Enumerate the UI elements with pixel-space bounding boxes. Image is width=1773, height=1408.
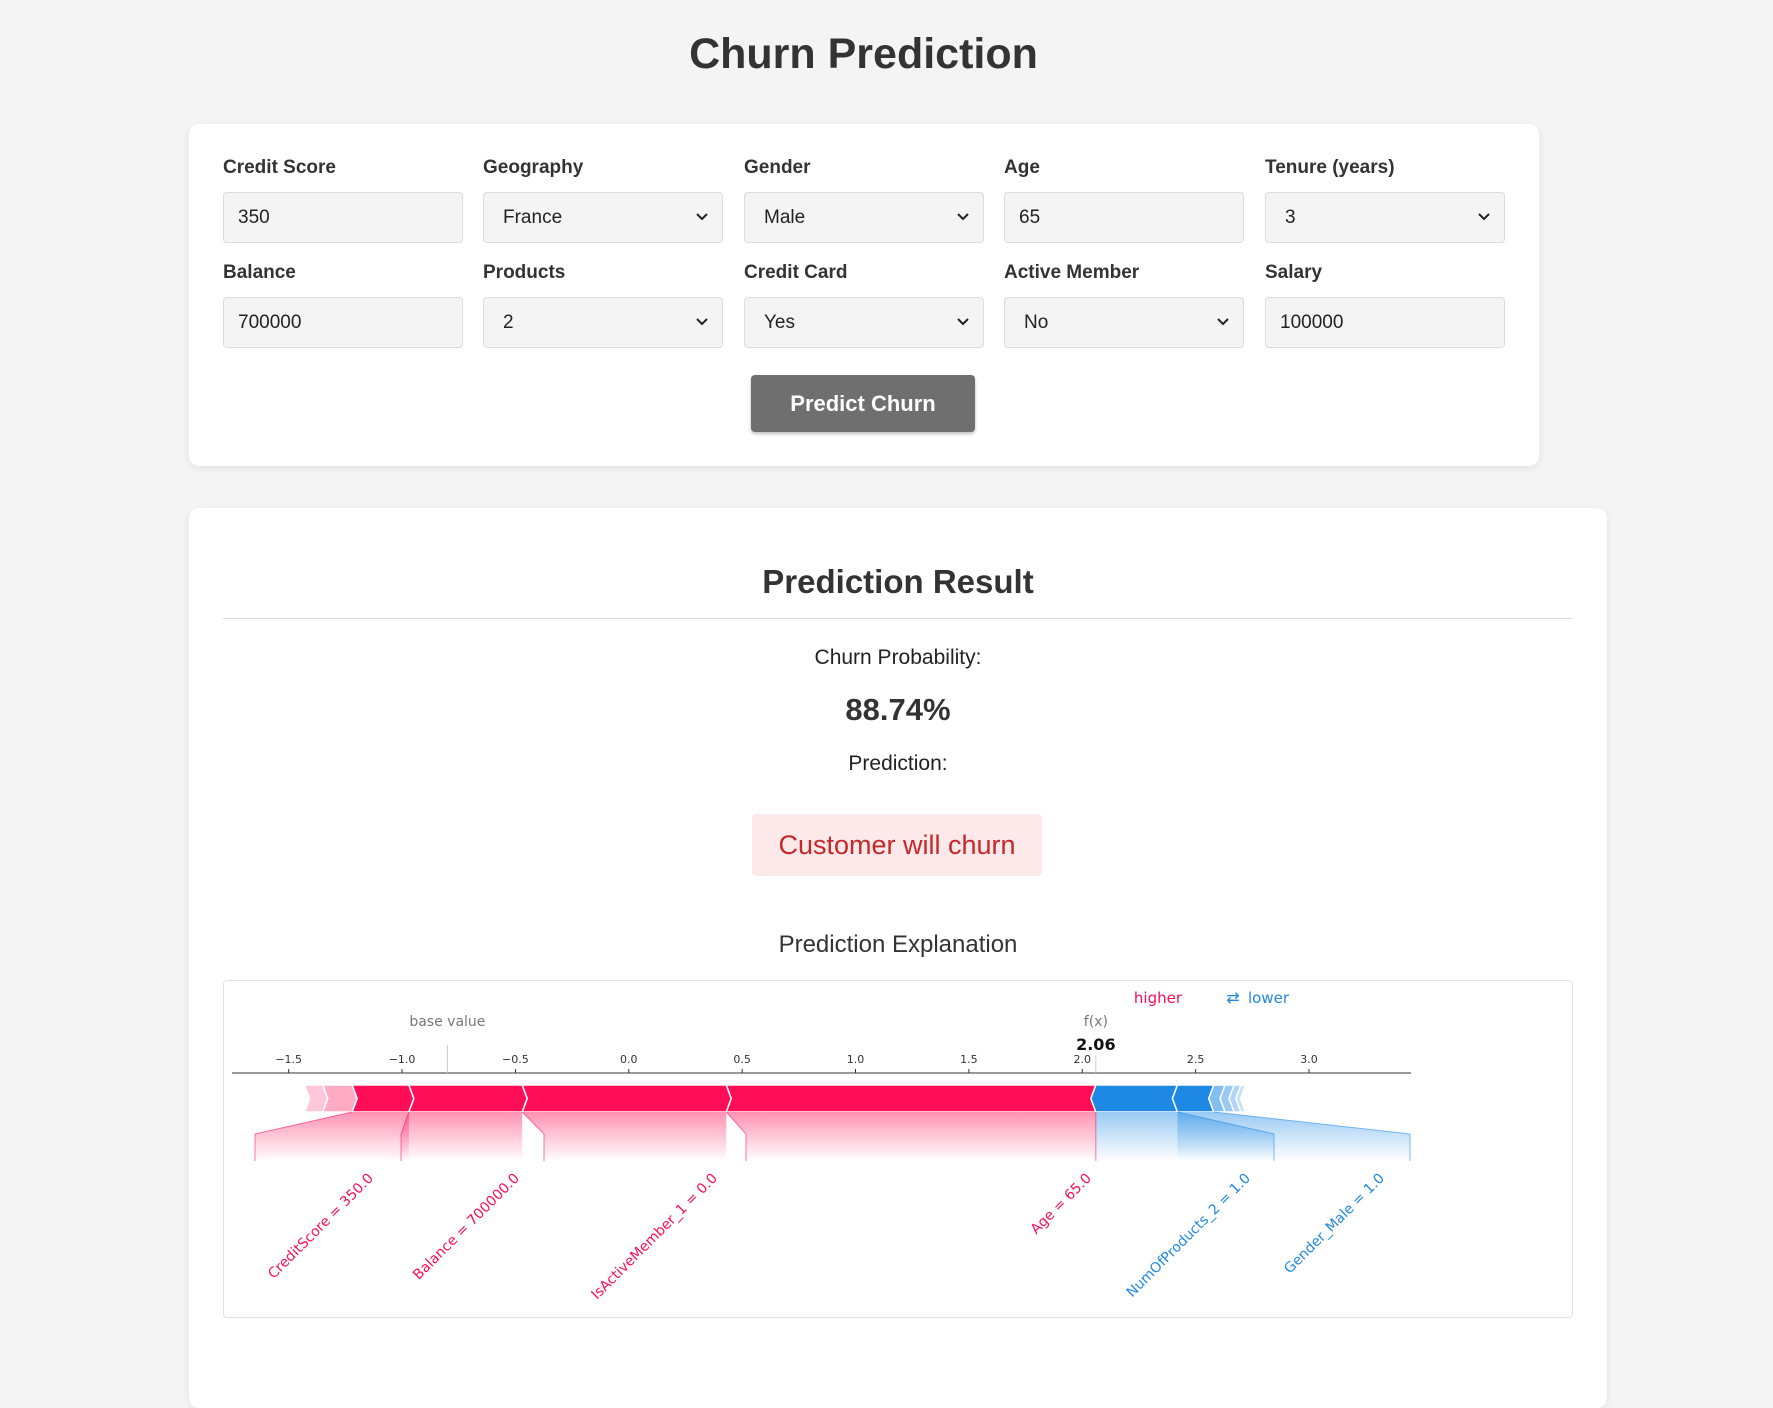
- force-bar-negative: [1171, 1084, 1215, 1113]
- x-tick-label: −1.5: [275, 1053, 302, 1066]
- churn-form: Credit Score Geography France Gender Mal…: [189, 124, 1539, 466]
- salary-label: Salary: [1265, 262, 1323, 283]
- connector-fan-negative: [1177, 1112, 1410, 1161]
- age-label: Age: [1004, 157, 1040, 178]
- probability-value: 88.74%: [845, 692, 951, 727]
- connector-fan-positive: [726, 1112, 1096, 1161]
- credit-card-label: Credit Card: [744, 262, 848, 283]
- credit-score-label: Credit Score: [223, 157, 336, 178]
- x-tick-label: 0.0: [620, 1053, 638, 1066]
- prediction-label: Prediction:: [848, 752, 948, 775]
- force-bar-positive: [725, 1084, 1102, 1113]
- probability-label: Churn Probability:: [814, 646, 982, 669]
- force-bar-positive: [407, 1084, 529, 1113]
- products-select[interactable]: 2: [483, 297, 723, 348]
- x-tick-label: −1.0: [389, 1053, 416, 1066]
- active-member-field: Active Member No: [1004, 261, 1244, 348]
- tenure-select[interactable]: 3: [1265, 192, 1505, 243]
- force-bar-positive: [521, 1084, 733, 1113]
- credit-card-select[interactable]: Yes: [744, 297, 984, 348]
- x-tick-label: 1.5: [960, 1053, 978, 1066]
- explanation-title: Prediction Explanation: [778, 931, 1018, 958]
- force-plot-svg: higher ⇄ lower base value f(x) 2.06 −1.5…: [232, 988, 1411, 1303]
- credit-card-field: Credit Card Yes: [744, 261, 984, 348]
- age-field: Age: [1004, 156, 1244, 243]
- legend-higher: higher: [1134, 989, 1183, 1007]
- legend-arrow-icon: ⇄: [1226, 988, 1239, 1007]
- x-tick-label: 0.5: [733, 1053, 751, 1066]
- x-tick-label: 1.0: [847, 1053, 865, 1066]
- active-member-label: Active Member: [1004, 262, 1140, 283]
- x-tick-label: 3.0: [1300, 1053, 1318, 1066]
- page-title: Churn Prediction: [689, 30, 1038, 78]
- feature-label-negative: Gender_Male = 1.0: [1281, 1171, 1388, 1278]
- force-bar-positive: [351, 1084, 415, 1113]
- age-input[interactable]: [1004, 192, 1244, 243]
- base-value-label: base value: [409, 1014, 485, 1030]
- products-field: Products 2: [483, 261, 723, 348]
- feature-label-positive: CreditScore = 350.0: [265, 1171, 377, 1283]
- geography-select[interactable]: France: [483, 192, 723, 243]
- x-tick-label: 2.5: [1187, 1053, 1205, 1066]
- legend-lower: lower: [1248, 989, 1290, 1007]
- credit-score-field: Credit Score: [223, 156, 463, 243]
- predict-churn-button[interactable]: Predict Churn: [751, 375, 975, 432]
- fx-label: f(x): [1084, 1014, 1108, 1030]
- fx-value: 2.06: [1076, 1035, 1115, 1054]
- force-bar-positive-small: [303, 1084, 329, 1113]
- x-tick-label: −0.5: [502, 1053, 529, 1066]
- gender-label: Gender: [744, 157, 811, 178]
- gender-field: Gender Male: [744, 156, 984, 243]
- tenure-label: Tenure (years): [1265, 157, 1395, 178]
- connector-fan-positive: [401, 1112, 523, 1161]
- tenure-field: Tenure (years) 3: [1265, 156, 1505, 243]
- geography-label: Geography: [483, 157, 584, 178]
- feature-label-negative: NumOfProducts_2 = 1.0: [1124, 1171, 1254, 1301]
- balance-input[interactable]: [223, 297, 463, 348]
- balance-label: Balance: [223, 262, 296, 283]
- products-label: Products: [483, 262, 566, 283]
- salary-input[interactable]: [1265, 297, 1505, 348]
- gender-select[interactable]: Male: [744, 192, 984, 243]
- force-plot: higher ⇄ lower base value f(x) 2.06 −1.5…: [223, 980, 1573, 1318]
- geography-field: Geography France: [483, 156, 723, 243]
- balance-field: Balance: [223, 261, 463, 348]
- result-title: Prediction Result: [762, 563, 1034, 600]
- prediction-badge: Customer will churn: [752, 814, 1042, 876]
- divider: [223, 618, 1573, 619]
- result-card: Prediction Result Churn Probability: 88.…: [189, 508, 1607, 1408]
- feature-label-positive: Age = 65.0: [1028, 1171, 1095, 1238]
- feature-label-positive: IsActiveMember_1 = 0.0: [589, 1171, 721, 1303]
- feature-label-positive: Balance = 700000.0: [410, 1171, 523, 1284]
- connector-fan-positive: [522, 1112, 727, 1161]
- credit-score-input[interactable]: [223, 192, 463, 243]
- x-tick-label: 2.0: [1073, 1053, 1091, 1066]
- salary-field: Salary: [1265, 261, 1505, 348]
- force-bar-negative: [1090, 1084, 1179, 1113]
- connector-fan-positive: [255, 1112, 409, 1161]
- active-member-select[interactable]: No: [1004, 297, 1244, 348]
